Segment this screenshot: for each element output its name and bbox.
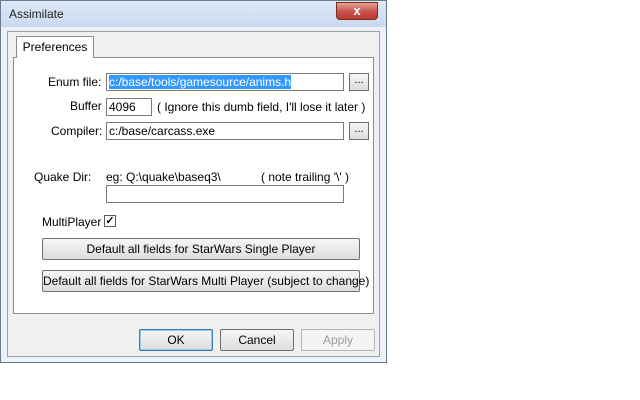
title-bar[interactable]: Assimilate x [1,1,386,27]
default-multi-player-button[interactable]: Default all fields for StarWars Multi Pl… [42,270,369,292]
quake-dir-label: Quake Dir: [34,170,92,184]
cancel-button[interactable]: Cancel [220,329,294,351]
enum-file-label: Enum file: [48,75,102,89]
compiler-label: Compiler: [51,124,103,138]
close-button[interactable]: x [336,2,378,20]
dialog-client-area: Preferences Enum file: c:/base/tools/gam… [7,31,380,357]
dialog-window: Assimilate x Preferences Enum file: c:/b… [0,0,387,363]
preferences-panel: Enum file: c:/base/tools/gamesource/anim… [13,57,374,314]
buffer-label: Buffer [70,99,102,113]
quake-dir-note: ( note trailing '\' ) [261,170,349,184]
tab-preferences[interactable]: Preferences [16,36,94,58]
apply-button[interactable]: Apply [301,329,375,351]
compiler-input[interactable]: c:/base/carcass.exe [106,122,344,140]
ok-button[interactable]: OK [139,329,213,351]
check-icon: ✓ [105,215,115,227]
compiler-browse-button[interactable]: ... [349,122,369,140]
multiplayer-label: MultiPlayer [42,215,102,229]
close-icon: x [353,3,361,18]
window-title: Assimilate [9,7,64,21]
buffer-input[interactable]: 4096 [106,98,152,116]
default-single-player-button[interactable]: Default all fields for StarWars Single P… [42,238,360,260]
quake-dir-example: eg: Q:\quake\baseq3\ [106,170,221,184]
enum-file-browse-button[interactable]: ... [349,73,369,91]
buffer-note: ( Ignore this dumb field, I'll lose it l… [157,100,366,114]
enum-file-value: c:/base/tools/gamesource/anims.h [109,75,292,89]
multiplayer-checkbox[interactable]: ✓ [104,215,116,227]
enum-file-input[interactable]: c:/base/tools/gamesource/anims.h [106,73,344,91]
quake-dir-input[interactable] [106,185,344,203]
